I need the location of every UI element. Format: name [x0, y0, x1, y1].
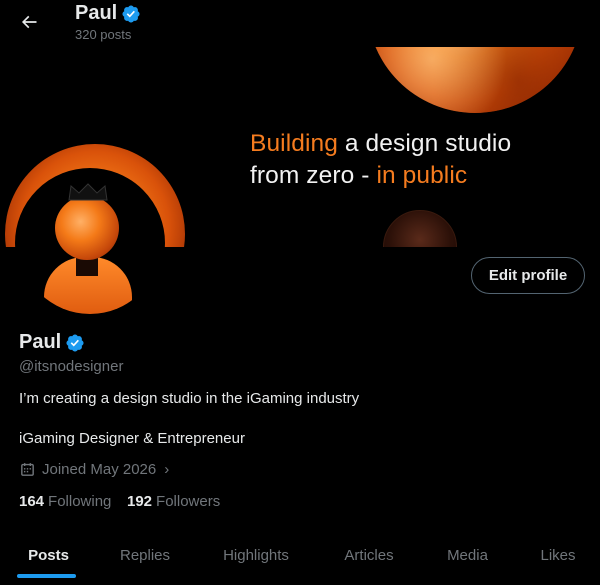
profile-name-text: Paul: [19, 331, 62, 353]
profile-name: Paul: [19, 331, 85, 354]
following-label: Following: [48, 493, 112, 510]
tab-highlights[interactable]: Highlights: [193, 530, 319, 580]
back-button[interactable]: [11, 4, 47, 40]
header-name: Paul: [75, 2, 118, 24]
banner-line1-rest: a design studio: [337, 130, 512, 157]
crown-icon: [68, 183, 108, 201]
avatar[interactable]: [15, 168, 165, 318]
tab-articles[interactable]: Articles: [319, 530, 419, 580]
followers-label: Followers: [156, 493, 221, 510]
followers-count: 192: [127, 493, 153, 510]
banner-accent-phrase: in public: [376, 162, 468, 189]
tab-posts[interactable]: Posts: [0, 530, 97, 580]
banner-accent-word: Building: [250, 130, 338, 157]
profile-bio: I’m creating a design studio in the iGam…: [19, 390, 360, 407]
banner-text-line1: Building a design studio: [250, 130, 511, 158]
joined-text: Joined May 2026: [42, 461, 157, 478]
header-title: Paul: [75, 2, 141, 25]
tab-replies[interactable]: Replies: [97, 530, 193, 580]
joined-date[interactable]: Joined May 2026 ›: [19, 461, 169, 478]
chevron-right-icon: ›: [164, 461, 170, 478]
arrow-left-icon: [21, 15, 37, 29]
calendar-icon: [21, 463, 34, 476]
banner-line2-rest: from zero -: [250, 162, 377, 189]
banner-small-orb-image: [383, 210, 457, 247]
profile-tabs: Posts Replies Highlights Articles Media …: [0, 530, 600, 585]
following-count: 164: [19, 493, 45, 510]
following-link[interactable]: 164 Following: [19, 493, 111, 510]
banner-orb-image: [367, 47, 583, 113]
posts-count: 320 posts: [75, 27, 132, 42]
profile-subtitle: iGaming Designer & Entrepreneur: [19, 430, 245, 447]
followers-link[interactable]: 192 Followers: [127, 493, 220, 510]
profile-handle: @itsnodesigner: [19, 358, 124, 375]
verified-badge-icon[interactable]: [65, 333, 85, 353]
active-tab-indicator: [17, 574, 76, 578]
avatar-orb-head-image: [55, 196, 119, 260]
profile-header: Paul 320 posts: [0, 0, 600, 47]
banner-text-line2: from zero - in public: [250, 162, 467, 190]
edit-profile-button[interactable]: Edit profile: [471, 257, 585, 294]
tab-media[interactable]: Media: [419, 530, 516, 580]
tab-likes[interactable]: Likes: [516, 530, 600, 580]
verified-badge-icon[interactable]: [121, 4, 141, 24]
